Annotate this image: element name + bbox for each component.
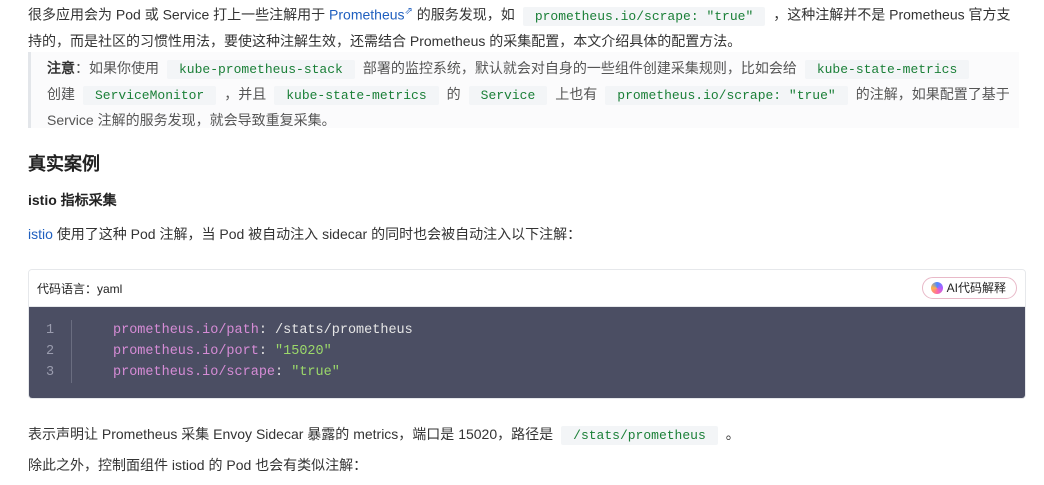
explain-text-2: 。 [725, 426, 740, 442]
note-text-3: 创建 [47, 86, 75, 102]
yaml-separator: : [258, 344, 276, 359]
ai-explain-button[interactable]: AI代码解释 [921, 277, 1017, 299]
external-link-icon: ⇗ [404, 6, 413, 17]
note-blockquote: 注意：如果你使用 kube-prometheus-stack 部署的监控系统，默认就… [28, 52, 1019, 128]
yaml-key: prometheus.io/port [113, 344, 259, 359]
line-number-gutter: 1 2 3 [29, 320, 72, 383]
note-text: 注意：如果你使用 kube-prometheus-stack 部署的监控系统，默认就… [47, 56, 1013, 132]
explain-paragraph: 表示声明让 Prometheus 采集 Envoy Sidecar 暴露的 me… [28, 422, 1018, 448]
istio-text: 使用了这种 Pod 注解，当 Pod 被自动注入 sidecar 的同时也会被自… [52, 226, 582, 242]
istio-paragraph: istio 使用了这种 Pod 注解，当 Pod 被自动注入 sidecar 的… [28, 222, 1018, 246]
yaml-key: prometheus.io/path [113, 323, 259, 338]
code-line: prometheus.io/port: "15020" [113, 341, 413, 362]
inline-code-stack: kube-prometheus-stack [167, 60, 355, 79]
intro-text-1: 很多应用会为 Pod 或 Service 打上一些注解用于 [28, 6, 330, 23]
code-body[interactable]: 1 2 3 prometheus.io/path: /stats/prometh… [29, 307, 1025, 398]
note-text-6: 上也有 [555, 86, 598, 102]
code-block: 代码语言：yaml AI代码解释 1 2 3 prometheus.io/pat… [28, 269, 1026, 399]
note-text-2: 部署的监控系统，默认就会对自身的一些组件创建采集规则，比如会给 [362, 60, 797, 76]
note-text-1: ：如果你使用 [75, 60, 159, 76]
intro-text-2: 的服务发现，如 [412, 6, 515, 23]
intro-paragraph: 很多应用会为 Pod 或 Service 打上一些注解用于 Prometheus… [28, 0, 1018, 53]
explain-text-1: 表示声明让 Prometheus 采集 Envoy Sidecar 暴露的 me… [28, 426, 554, 442]
prometheus-link[interactable]: Prometheus [329, 7, 404, 23]
code-line: prometheus.io/scrape: "true" [113, 362, 413, 383]
line-number: 2 [45, 344, 55, 359]
line-number: 3 [45, 365, 55, 380]
inline-code-servicemonitor: ServiceMonitor [83, 86, 217, 105]
inline-code-scrape-2: prometheus.io/scrape: "true" [605, 86, 848, 105]
section-heading: 真实案例 [28, 154, 100, 174]
yaml-separator: : [258, 323, 276, 338]
code-language-label: 代码语言：yaml [37, 282, 123, 296]
note-text-5: 的 [446, 86, 461, 102]
istio-link[interactable]: istio [28, 226, 53, 242]
inline-code-path: /stats/prometheus [561, 426, 718, 445]
inline-code-ksm-1: kube-state-metrics [804, 60, 970, 79]
code-header: 代码语言：yaml AI代码解释 [29, 270, 1025, 307]
ai-explain-label: AI代码解释 [946, 281, 1006, 295]
note-label: 注意 [47, 60, 75, 76]
yaml-value: /stats/prometheus [275, 323, 413, 338]
line-number: 1 [45, 323, 55, 338]
inline-code-scrape: prometheus.io/scrape: "true" [522, 6, 766, 26]
besides-paragraph: 除此之外，控制面组件 istiod 的 Pod 也会有类似注解： [28, 457, 368, 473]
yaml-value: "true" [291, 365, 340, 380]
code-line: prometheus.io/path: /stats/prometheus [113, 320, 413, 341]
code-lines: prometheus.io/path: /stats/prometheus pr… [113, 320, 413, 383]
subsection-heading: istio 指标采集 [28, 192, 117, 208]
note-text-4: ，并且 [224, 86, 267, 102]
yaml-separator: : [275, 365, 292, 380]
inline-code-ksm-2: kube-state-metrics [274, 86, 439, 105]
article: 很多应用会为 Pod 或 Service 打上一些注解用于 Prometheus… [0, 0, 1044, 485]
yaml-value: "15020" [275, 344, 332, 359]
ai-sparkle-icon [930, 282, 943, 294]
inline-code-service: Service [468, 86, 548, 105]
yaml-key: prometheus.io/scrape [113, 365, 276, 380]
